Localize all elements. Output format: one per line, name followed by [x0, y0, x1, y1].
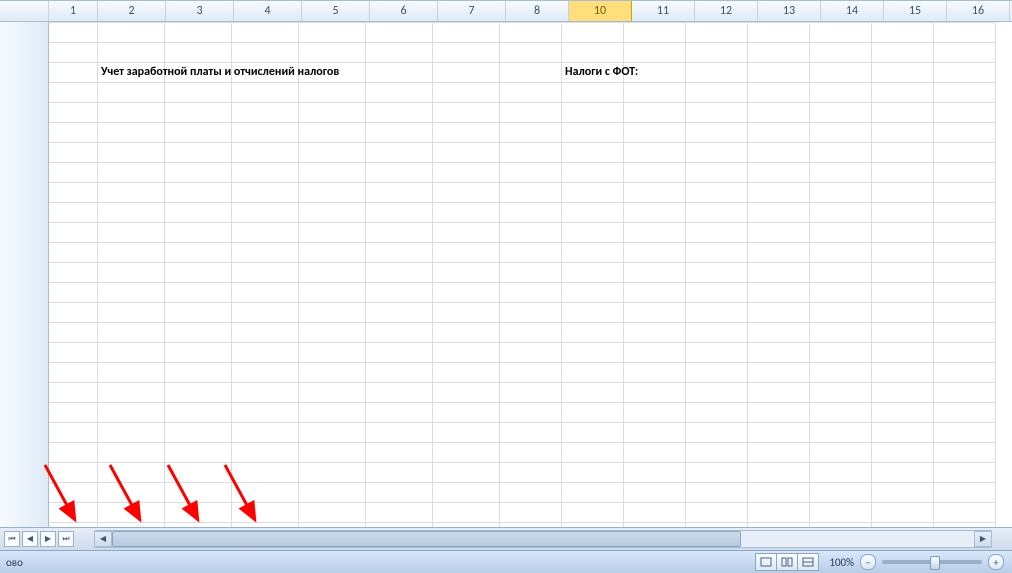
col-header-7[interactable]: 7	[438, 1, 506, 21]
col-header-4[interactable]: 4	[234, 1, 302, 21]
col-header-1[interactable]: 1	[49, 1, 98, 21]
spreadsheet-grid[interactable]: Учет заработной платы и отчислений налог…	[49, 22, 1012, 527]
tab-prev-button[interactable]: ◀	[22, 531, 38, 547]
title-left[interactable]: Учет заработной платы и отчислений налог…	[97, 62, 506, 82]
col-header-2[interactable]: 2	[98, 1, 166, 21]
tab-first-button[interactable]: ⏮	[4, 531, 20, 547]
status-bar: ово 100% − +	[0, 550, 1012, 573]
zoom-out-button[interactable]: −	[860, 554, 876, 570]
excel-window: 1234567810111213141516 Учет заработной п…	[0, 0, 1012, 573]
col-header-13[interactable]: 13	[758, 1, 821, 21]
select-all-corner[interactable]	[0, 1, 49, 21]
col-header-12[interactable]: 12	[695, 1, 758, 21]
view-buttons	[756, 553, 819, 571]
col-header-5[interactable]: 5	[302, 1, 370, 21]
horizontal-scroll-area: ◀ ▶	[94, 528, 992, 550]
zoom-level: 100%	[829, 556, 854, 569]
zoom-knob[interactable]	[930, 556, 940, 570]
zoom-in-button[interactable]: +	[988, 554, 1004, 570]
scroll-left-button[interactable]: ◀	[94, 531, 112, 547]
grid-area: Учет заработной платы и отчислений налог…	[0, 22, 1012, 527]
col-header-3[interactable]: 3	[166, 1, 234, 21]
column-headers: 1234567810111213141516	[0, 0, 1012, 22]
row-headers[interactable]	[0, 22, 49, 527]
sheet-tabs-bar: ⏮ ◀ ▶ ⏭ ◀ ▶	[0, 527, 1012, 550]
tab-next-button[interactable]: ▶	[40, 531, 56, 547]
status-text: ово	[6, 556, 23, 569]
col-header-14[interactable]: 14	[821, 1, 884, 21]
col-header-10[interactable]: 10	[569, 1, 632, 21]
col-header-6[interactable]: 6	[370, 1, 438, 21]
zoom-slider[interactable]	[882, 560, 982, 564]
scroll-thumb[interactable]	[112, 531, 741, 547]
view-normal-button[interactable]	[755, 553, 777, 571]
tab-nav-buttons: ⏮ ◀ ▶ ⏭	[0, 528, 78, 550]
zoom-controls: 100% − +	[829, 554, 1004, 570]
col-header-15[interactable]: 15	[884, 1, 947, 21]
col-header-11[interactable]: 11	[632, 1, 695, 21]
col-header-8[interactable]: 8	[506, 1, 569, 21]
tab-last-button[interactable]: ⏭	[58, 531, 74, 547]
view-pagebreak-button[interactable]	[797, 553, 819, 571]
horizontal-scrollbar[interactable]: ◀ ▶	[94, 530, 992, 548]
col-header-16[interactable]: 16	[947, 1, 1010, 21]
view-layout-button[interactable]	[776, 553, 798, 571]
scroll-right-button[interactable]: ▶	[974, 531, 992, 547]
title-right[interactable]: Налоги с ФОТ:	[561, 62, 754, 82]
